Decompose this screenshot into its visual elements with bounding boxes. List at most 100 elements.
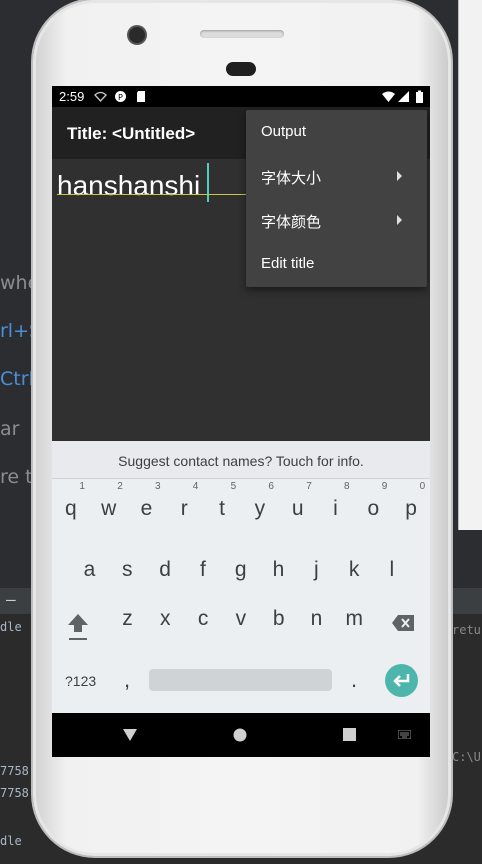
ide-console-line: dle [0,620,22,634]
key-w[interactable]: 2w [90,479,127,527]
key-n[interactable]: n [298,589,335,637]
key-label: i [333,497,338,520]
key-i[interactable]: 8i [317,479,354,527]
keyboard-switch-icon[interactable] [398,730,411,739]
key-c[interactable]: c [185,589,222,637]
key-label: m [345,607,364,630]
key-label: q [65,497,77,520]
device-screen: 2:59 P Title: <Untitled> hanshanshi Outp… [52,86,430,757]
suggestion-strip[interactable]: Suggest contact names? Touch for info. [52,441,430,479]
key-b[interactable]: b [260,589,297,637]
ide-code-line: ar [0,418,20,440]
key-label: t [219,497,226,520]
enter-icon [393,674,410,687]
key-label: f [199,558,206,581]
key-t[interactable]: 5t [204,479,241,527]
ide-console-line: C:\U [452,750,481,764]
submenu-arrow-icon [397,215,402,225]
key-label: h [272,558,285,581]
key-s[interactable]: s [109,540,146,588]
key-g[interactable]: g [222,540,259,588]
period-key[interactable]: . [351,667,357,693]
sd-card-icon [137,91,145,102]
key-p[interactable]: 0p [393,479,430,527]
svg-text:P: P [118,93,123,102]
home-icon[interactable] [233,728,247,742]
key-label: k [348,558,360,581]
wifi-icon [382,91,395,102]
key-label: y [254,497,266,520]
key-z[interactable]: z [109,589,146,637]
status-time: 2:59 [59,89,85,104]
key-label: b [272,607,285,630]
space-key[interactable] [149,669,332,691]
key-label: n [310,607,323,630]
key-m[interactable]: m [336,589,373,637]
ide-console-line: dle [0,834,22,848]
key-x[interactable]: x [147,589,184,637]
key-hint: 2 [117,481,123,492]
key-label: z [122,607,133,630]
key-e[interactable]: 3e [128,479,165,527]
key-y[interactable]: 6y [241,479,278,527]
key-f[interactable]: f [184,540,221,588]
menu-item-output[interactable]: Output [246,110,427,154]
key-label: v [235,607,247,630]
battery-icon [416,90,423,103]
note-edit-text[interactable]: hanshanshi [57,169,200,203]
key-h[interactable]: h [260,540,297,588]
menu-item-label: 字体大小 [261,170,322,187]
key-label: w [101,497,117,520]
key-label: l [389,558,395,581]
key-k[interactable]: k [336,540,373,588]
key-hint: 7 [306,481,312,492]
submenu-arrow-icon [397,171,402,181]
key-j[interactable]: j [298,540,335,588]
ide-console-line: retur [452,623,482,637]
key-o[interactable]: 9o [355,479,392,527]
comma-key[interactable]: , [124,667,130,693]
ide-side-panel [458,0,482,530]
ide-code-line: Ctrl [0,368,34,390]
key-d[interactable]: d [147,540,184,588]
key-r[interactable]: 4r [166,479,203,527]
menu-item-font-color[interactable]: 字体颜色 [246,198,427,242]
key-hint: 5 [230,481,237,492]
enter-key[interactable] [385,664,418,697]
key-a[interactable]: a [71,540,108,588]
back-icon[interactable] [122,728,138,742]
status-bar: 2:59 P [52,86,430,107]
key-label: g [234,558,247,581]
shift-icon[interactable] [66,611,90,643]
key-hint: 8 [344,481,350,492]
ide-minimize-dash[interactable]: — [6,590,16,609]
key-hint: 3 [155,481,161,492]
ide-console-line: 7758 [0,786,29,800]
data-saver-icon: P [115,91,126,102]
key-hint: 6 [268,481,274,492]
navigation-bar [52,713,430,757]
cell-signal-icon [398,91,409,102]
menu-item-label: 字体颜色 [261,214,322,231]
backspace-icon[interactable] [391,614,415,632]
wifi-off-icon [94,91,107,102]
earpiece-speaker [200,30,284,38]
recents-icon[interactable] [343,728,356,741]
text-cursor [207,163,209,202]
menu-item-edit-title[interactable]: Edit title [246,242,427,286]
symbols-key[interactable]: ?123 [65,673,96,689]
key-hint: 1 [79,481,85,492]
key-hint: 4 [192,481,199,492]
key-label: e [140,497,153,520]
key-label: x [160,607,171,630]
key-label: d [159,558,171,581]
menu-item-label: Output [261,123,307,140]
key-l[interactable]: l [373,540,410,588]
key-q[interactable]: 1q [52,479,89,527]
key-hint: 9 [381,481,388,492]
key-v[interactable]: v [222,589,259,637]
key-hint: 0 [419,481,426,492]
key-u[interactable]: 7u [279,479,316,527]
key-label: a [83,558,96,581]
menu-item-font-size[interactable]: 字体大小 [246,154,427,198]
